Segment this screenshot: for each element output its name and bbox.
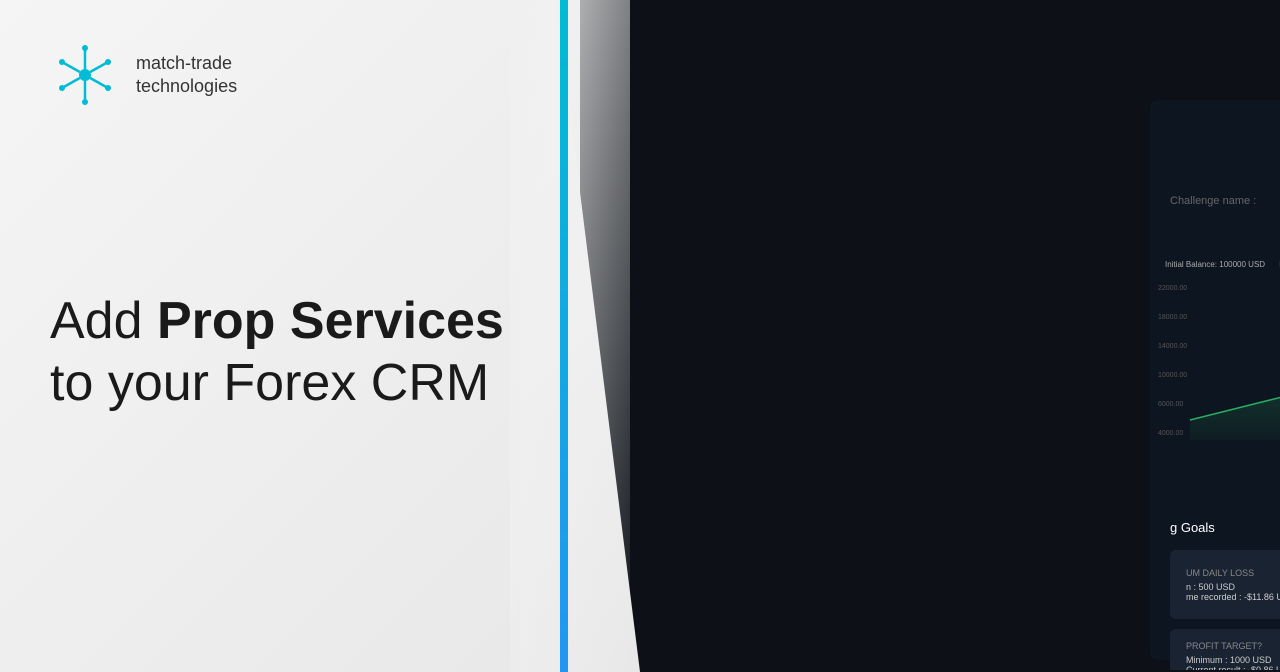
bg-goal1-label: UM DAILY LOSS <box>1186 568 1280 578</box>
bg-chart-svg <box>1150 240 1280 440</box>
bg-goal-item-2: PROFIT TARGET? Minimum : 1000 USD Curren… <box>1170 629 1280 670</box>
bg-goal-item-1: UM DAILY LOSS n : 500 USD me recorded : … <box>1170 550 1280 619</box>
logo-text: match-trade technologies <box>136 52 237 99</box>
bg-goal2-result: Current result : -$0.86 USD <box>1186 665 1280 670</box>
dashboard-container: Challenge name : Challenge 1 Account siz… <box>1150 20 1280 670</box>
bg-goal1-recorded: me recorded : -$11.86 USD <box>1186 592 1280 602</box>
logo-icon <box>50 40 120 110</box>
hero-line1: Add Prop Services <box>50 290 504 352</box>
left-section: match-trade technologies Add Prop Servic… <box>0 0 580 672</box>
hero-light-text: Add <box>50 292 157 350</box>
bg-challenge-header: Challenge name : Challenge 1 Account siz… <box>1150 195 1280 207</box>
bg-goals-title: g Goals <box>1170 520 1280 535</box>
logo-container: match-trade technologies <box>50 40 237 110</box>
bg-goal2-label: PROFIT TARGET? <box>1186 641 1280 651</box>
hero-line2: to your Forex CRM <box>50 352 504 414</box>
bg-goal1-min: n : 500 USD <box>1186 582 1280 592</box>
hero-text-block: Add Prop Services to your Forex CRM <box>50 290 504 415</box>
bg-chart-area: Challenge name : Challenge 1 Account siz… <box>1150 100 1280 660</box>
bg-goals-section: g Goals UM DAILY LOSS n : 500 USD me rec… <box>1150 510 1280 670</box>
hero-bold-text: Prop Services <box>157 292 504 350</box>
right-section: Challenge name : Challenge 1 Account siz… <box>530 0 1280 672</box>
blue-accent-line <box>560 0 568 672</box>
bg-challenge-label: Challenge name : <box>1170 195 1256 207</box>
bg-goal2-min: Minimum : 1000 USD <box>1186 655 1280 665</box>
